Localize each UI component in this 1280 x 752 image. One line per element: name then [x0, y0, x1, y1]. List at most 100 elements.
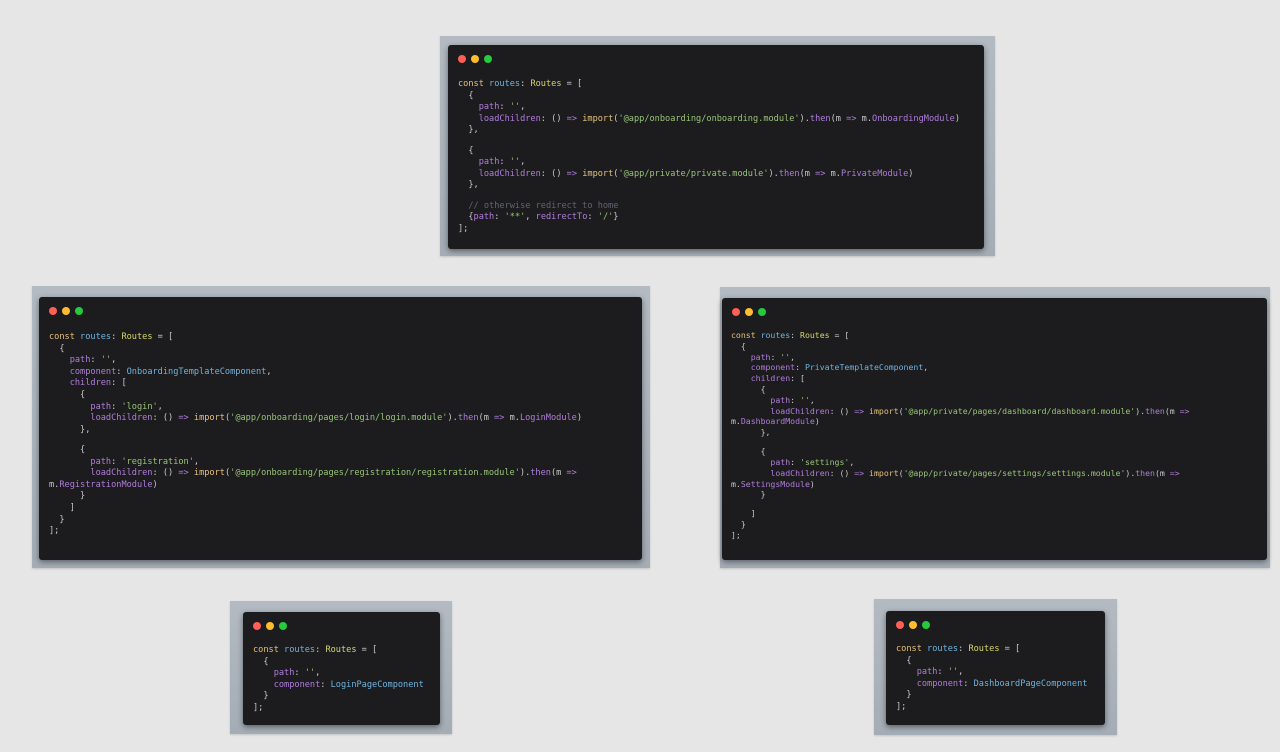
code-token: :	[116, 366, 127, 377]
window-controls	[49, 307, 83, 315]
code-token: {	[49, 389, 86, 400]
code-token: '@app/onboarding/pages/registration/regi…	[230, 468, 520, 479]
code-token: SettingsModule	[740, 478, 810, 489]
code-line: }	[896, 690, 1087, 702]
code-token: )	[814, 416, 820, 427]
code-line: loadChildren: () => import('@app/onboard…	[49, 468, 582, 480]
code-line: ]	[731, 508, 1189, 519]
code-token: path	[458, 102, 500, 113]
code-token: ,	[923, 362, 929, 373]
code-token: // otherwise redirect to home	[458, 200, 619, 211]
code-token: path	[49, 355, 91, 366]
minimize-dot-icon	[745, 308, 753, 316]
code-token: then	[1135, 467, 1155, 478]
code-token: routes	[760, 330, 791, 340]
code-block: const routes: Routes = [ { path: '', loa…	[458, 79, 960, 235]
code-token: {	[731, 446, 766, 457]
code-token: DashboardModule	[740, 416, 815, 427]
code-line: {	[49, 390, 582, 402]
code-token: '@app/onboarding/onboarding.module'	[618, 113, 800, 124]
code-token: :	[790, 394, 801, 405]
code-token: {	[896, 655, 912, 666]
code-line: },	[458, 125, 960, 137]
code-token: ]	[731, 508, 756, 519]
code-line: path: '',	[896, 667, 1087, 679]
code-line: loadChildren: () => import('@app/private…	[731, 468, 1189, 479]
code-token: =>	[566, 468, 577, 479]
code-token: },	[458, 125, 479, 136]
code-token: const	[896, 644, 928, 654]
code-token: =>	[846, 113, 857, 124]
code-token: m.	[856, 113, 873, 124]
code-line: ];	[458, 224, 960, 236]
code-line: {	[458, 91, 960, 103]
code-token: :	[770, 351, 781, 362]
maximize-dot-icon	[758, 308, 766, 316]
code-token: {	[731, 383, 766, 394]
code-token: ,	[193, 456, 200, 467]
code-token: {	[458, 145, 474, 156]
code-token: '@app/private/pages/dashboard/dashboard.…	[903, 405, 1136, 416]
code-block: const routes: Routes = [ { path: '', com…	[253, 645, 424, 715]
code-token: :	[958, 644, 969, 654]
code-token: :	[587, 212, 598, 223]
code-token: ''	[947, 667, 959, 678]
code-token: =>	[854, 467, 865, 478]
code-line: m.RegistrationModule)	[49, 480, 582, 492]
code-token: path	[49, 401, 112, 412]
code-token: routes	[284, 645, 316, 655]
code-line: {	[731, 446, 1189, 457]
code-token: ).	[768, 168, 779, 179]
code-token: m.	[504, 413, 520, 424]
code-line: ];	[731, 530, 1189, 541]
code-token: ''	[780, 351, 791, 362]
code-token: ];	[458, 223, 469, 234]
code-token: :	[937, 667, 948, 678]
code-token: =>	[566, 168, 578, 179]
code-token: =>	[566, 113, 578, 124]
code-token: m.	[731, 416, 741, 427]
code-token: )	[152, 479, 158, 490]
code-token: = [	[561, 79, 583, 89]
code-token: component	[896, 678, 964, 689]
code-line: loadChildren: () => import('@app/private…	[731, 406, 1189, 417]
code-token: }	[49, 491, 86, 502]
code-line: path: 'login',	[49, 402, 582, 414]
code-token: const	[253, 645, 285, 655]
code-token: Routes	[530, 79, 562, 89]
code-token: '**'	[504, 212, 526, 223]
close-dot-icon	[896, 621, 904, 629]
code-block: const routes: Routes = [ { path: '', com…	[896, 644, 1087, 714]
code-token: 'login'	[121, 401, 158, 412]
code-token: import	[869, 467, 899, 478]
code-line: m.SettingsModule)	[731, 479, 1189, 490]
code-token: path	[896, 667, 938, 678]
code-window-app-routes: const routes: Routes = [ { path: '', loa…	[448, 45, 984, 249]
code-token: LoginPageComponent	[330, 679, 424, 690]
code-token: then	[530, 468, 551, 479]
code-token: },	[458, 180, 479, 191]
code-token: ,	[520, 102, 526, 113]
code-token: ).	[1125, 467, 1136, 478]
code-token: loadChildren	[49, 413, 153, 424]
code-token: =>	[815, 168, 826, 179]
code-token: ).	[519, 468, 531, 479]
code-token: RegistrationModule	[59, 479, 153, 490]
code-token: }	[253, 691, 269, 702]
code-token: }	[49, 514, 65, 525]
code-token: (m	[1154, 467, 1170, 478]
code-token: routes	[489, 79, 521, 89]
code-token: : ()	[829, 405, 855, 416]
code-token: :	[790, 330, 801, 340]
code-token: :	[790, 456, 801, 467]
code-line: loadChildren: () => import('@app/private…	[458, 169, 960, 181]
code-token: ''	[509, 157, 521, 168]
maximize-dot-icon	[484, 55, 492, 63]
window-controls	[458, 55, 492, 63]
code-token: }	[896, 690, 912, 701]
code-line: const routes: Routes = [	[896, 644, 1087, 656]
code-token: ,	[520, 157, 526, 168]
code-token: loadChildren	[458, 168, 541, 179]
code-token: : ()	[152, 413, 179, 424]
